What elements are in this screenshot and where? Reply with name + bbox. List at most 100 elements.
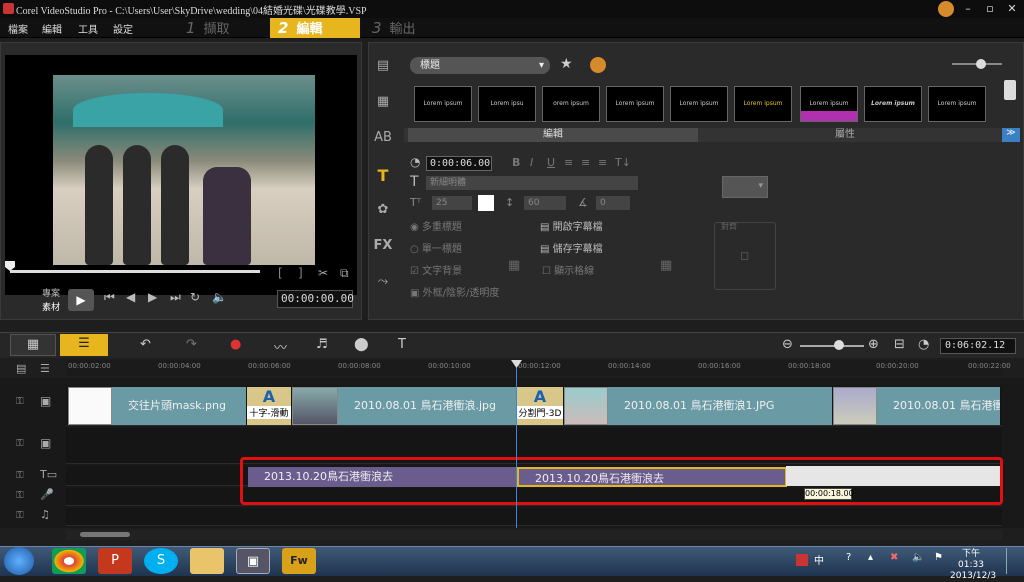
- step-capture[interactable]: 1 擷取: [178, 18, 268, 38]
- align-center-icon[interactable]: ◻: [740, 249, 749, 262]
- thumb-size-handle[interactable]: [976, 59, 986, 69]
- sound-mixer-icon[interactable]: 〰: [274, 337, 287, 356]
- mark-out-button[interactable]: ]: [298, 266, 303, 280]
- redo-icon[interactable]: ↷: [186, 337, 197, 352]
- videostudio-icon[interactable]: ▣: [236, 548, 270, 574]
- tab-attribute[interactable]: 屬性: [700, 128, 990, 142]
- bold-button[interactable]: B: [512, 156, 520, 169]
- title-thumbnail[interactable]: Lorem ipsum: [864, 86, 922, 122]
- preview-timecode[interactable]: 00:00:00.00: [277, 290, 354, 308]
- library-scrollbar[interactable]: [1004, 80, 1016, 100]
- maximize-button[interactable]: ▫: [982, 2, 998, 16]
- show-grid-checkbox[interactable]: ☐ 顯示格線: [542, 262, 594, 277]
- color-picker[interactable]: ▾: [722, 176, 768, 198]
- end-icon[interactable]: ⏭: [170, 290, 181, 305]
- tab-edit[interactable]: 編輯: [408, 128, 698, 142]
- collapse-options-icon[interactable]: ≫: [1002, 128, 1020, 142]
- clock[interactable]: 下午 01:33 2013/12/3: [950, 549, 996, 582]
- step-share[interactable]: 3 輸出: [364, 18, 454, 38]
- cut-icon[interactable]: ✂: [318, 266, 328, 280]
- mark-in-button[interactable]: [: [278, 266, 283, 280]
- title-track-icon[interactable]: T▭: [40, 468, 57, 481]
- flag-icon[interactable]: ⚑: [934, 552, 943, 563]
- title-thumbnail[interactable]: Lorem ipsum: [800, 86, 858, 122]
- mode-clip[interactable]: 素材: [42, 300, 60, 313]
- motion-tracking-icon[interactable]: ⬤: [354, 337, 369, 352]
- align-center-button[interactable]: ≡: [581, 156, 590, 169]
- title-thumbnail[interactable]: Lorem ipsu: [478, 86, 536, 122]
- repeat-icon[interactable]: ↻: [190, 290, 200, 304]
- grid-settings-icon[interactable]: ▦: [660, 258, 672, 273]
- category-select[interactable]: 標題 ▾: [410, 57, 550, 74]
- fireworks-icon[interactable]: Fw: [282, 548, 316, 574]
- italic-button[interactable]: I: [530, 156, 533, 169]
- lock-icon[interactable]: ⚿: [16, 470, 24, 481]
- zoom-out-icon[interactable]: ⊖: [782, 337, 793, 352]
- video-preview[interactable]: [5, 55, 357, 295]
- video-clip[interactable]: 2010.08.01 鳥石港衝浪: [877, 387, 1000, 425]
- save-subtitle-button[interactable]: ▤ 儲存字幕檔: [540, 240, 603, 255]
- tray-app-icon[interactable]: [796, 554, 808, 566]
- align-left-button[interactable]: ≡: [564, 156, 573, 169]
- title-thumbnail[interactable]: Lorem ipsum: [606, 86, 664, 122]
- timeline-view-button[interactable]: ☰: [60, 334, 108, 356]
- previous-frame-icon[interactable]: ◀: [126, 290, 135, 304]
- alignment-grid[interactable]: 對齊 ◻: [714, 222, 776, 290]
- fit-project-icon[interactable]: ⊟: [894, 337, 905, 352]
- storyboard-view-button[interactable]: ▦: [10, 334, 56, 356]
- transition-clip[interactable]: A 十字-滑動: [247, 387, 291, 425]
- user-avatar[interactable]: [938, 1, 954, 17]
- music-track[interactable]: [66, 508, 1002, 526]
- zoom-in-icon[interactable]: ⊕: [868, 337, 879, 352]
- minimize-button[interactable]: –: [960, 2, 976, 16]
- video-clip[interactable]: 2010.08.01 鳥石港衝浪.jpg: [338, 387, 516, 425]
- explorer-icon[interactable]: [190, 548, 224, 574]
- playhead[interactable]: [516, 364, 517, 528]
- text-background-checkbox[interactable]: ☑ 文字背景: [410, 262, 462, 277]
- powerpoint-icon[interactable]: P: [98, 548, 132, 574]
- lock-icon[interactable]: ⚿: [16, 438, 24, 449]
- network-icon[interactable]: ✖: [890, 552, 898, 563]
- lock-icon[interactable]: ⚿: [16, 490, 24, 501]
- title-thumbnail[interactable]: Lorem ipsum: [414, 86, 472, 122]
- volume-icon[interactable]: 🔈: [212, 290, 227, 304]
- skype-icon[interactable]: S: [144, 548, 178, 574]
- filter-icon[interactable]: FX: [372, 238, 394, 256]
- close-button[interactable]: ✕: [1004, 2, 1020, 16]
- show-desktop-button[interactable]: [1006, 548, 1020, 574]
- auto-music-icon[interactable]: ♬: [316, 337, 328, 352]
- underline-button[interactable]: U: [547, 156, 555, 169]
- media-icon[interactable]: ▤: [372, 58, 394, 76]
- lock-icon[interactable]: ⚿: [16, 510, 24, 521]
- scrub-bar[interactable]: [10, 270, 260, 273]
- menu-file[interactable]: 檔案: [8, 21, 28, 36]
- angle-field[interactable]: 0: [596, 196, 630, 210]
- voice-track-icon[interactable]: 🎤: [40, 488, 54, 501]
- transition-icon[interactable]: AB: [372, 130, 394, 148]
- timeline-timecode[interactable]: 0:06:02.12: [940, 338, 1016, 354]
- multi-title-radio[interactable]: ◉ 多重標題: [410, 218, 462, 233]
- video-clip[interactable]: 2010.08.01 鳥石港衝浪1.JPG: [608, 387, 832, 425]
- font-select[interactable]: 新細明體: [426, 176, 638, 190]
- instant-project-icon[interactable]: ▦: [372, 94, 394, 112]
- undo-icon[interactable]: ↶: [140, 337, 151, 352]
- track-manager-icon[interactable]: ▤: [16, 362, 26, 375]
- duration-field[interactable]: 0:00:06.00: [426, 156, 492, 171]
- home-icon[interactable]: ⏮: [104, 290, 115, 305]
- play-button[interactable]: ▶: [68, 289, 94, 311]
- video-clip[interactable]: 交往片頭mask.png: [112, 387, 246, 425]
- align-right-button[interactable]: ≡: [598, 156, 607, 169]
- single-title-radio[interactable]: ○ 單一標題: [410, 240, 462, 255]
- vertical-text-button[interactable]: T↓: [615, 156, 631, 169]
- start-button[interactable]: [4, 547, 34, 575]
- line-spacing-select[interactable]: 60: [524, 196, 566, 210]
- add-favorite-icon[interactable]: ★: [560, 56, 573, 72]
- transition-clip[interactable]: A 分割門-3D: [517, 387, 563, 425]
- overlay-track-icon[interactable]: ▣: [40, 436, 51, 450]
- menu-tools[interactable]: 工具: [78, 21, 98, 36]
- open-subtitle-button[interactable]: ▤ 開啟字幕檔: [540, 218, 603, 233]
- lock-icon[interactable]: ⚿: [16, 396, 24, 407]
- help-icon[interactable]: ?: [846, 552, 851, 563]
- zoom-slider[interactable]: [800, 345, 864, 347]
- border-shadow-button[interactable]: ▣ 外框/陰影/透明度: [410, 284, 499, 299]
